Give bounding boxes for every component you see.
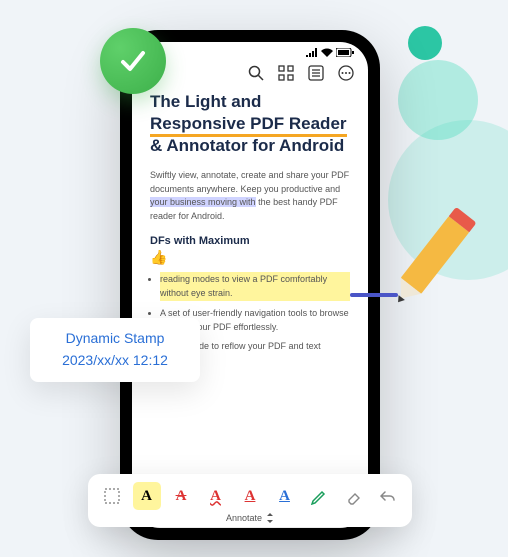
checkmark-badge — [100, 28, 166, 94]
phone-frame: The Light and Responsive PDF Reader & An… — [120, 30, 380, 540]
search-icon[interactable] — [248, 65, 264, 81]
more-icon[interactable] — [338, 65, 354, 81]
status-bar — [132, 42, 368, 59]
underline-blue-tool[interactable]: A — [271, 482, 299, 510]
para-highlighted: your business moving with — [150, 197, 256, 207]
battery-icon — [336, 48, 354, 57]
eraser-tool[interactable] — [340, 482, 368, 510]
strikethrough-tool[interactable]: A — [167, 482, 195, 510]
title-seg1: The Light and — [150, 92, 261, 111]
grid-view-icon[interactable] — [278, 65, 294, 81]
sub-heading: DFs with Maximum — [150, 235, 350, 247]
toolbar-label-row[interactable]: Annotate — [98, 513, 402, 523]
tool-row: A A A A A — [98, 482, 402, 510]
toolbar-label: Annotate — [226, 513, 262, 523]
wifi-icon — [321, 48, 333, 57]
undo-tool[interactable] — [374, 482, 402, 510]
checkmark-icon — [117, 45, 149, 77]
dynamic-stamp-card: Dynamic Stamp 2023/xx/xx 12:12 — [30, 318, 200, 382]
bg-circle-small — [408, 26, 442, 60]
phone-screen: The Light and Responsive PDF Reader & An… — [132, 42, 368, 528]
title-seg3: & Annotator for Android — [150, 136, 344, 155]
annotate-toolbar: A A A A A Annotate — [88, 474, 412, 527]
selection-tool[interactable] — [98, 482, 126, 510]
underline-red-tool[interactable]: A — [236, 482, 264, 510]
title-underlined: Responsive PDF Reader — [150, 114, 347, 137]
top-toolbar — [132, 59, 368, 91]
list-view-icon[interactable] — [308, 65, 324, 81]
para-seg1: Swiftly view, annotate, create and share… — [150, 170, 349, 194]
signal-icon — [306, 48, 318, 57]
squiggly-tool[interactable]: A — [202, 482, 230, 510]
freehand-tool[interactable] — [305, 482, 333, 510]
pencil-stroke — [350, 293, 398, 297]
thumbs-up-emoji: 👍 — [150, 249, 350, 266]
page-title: The Light and Responsive PDF Reader & An… — [150, 91, 350, 157]
bg-circle-large — [398, 60, 478, 140]
list-item: reading modes to view a PDF comfortably … — [160, 272, 350, 301]
document-content: The Light and Responsive PDF Reader & An… — [132, 91, 368, 528]
stamp-timestamp: 2023/xx/xx 12:12 — [48, 352, 182, 368]
highlight-tool[interactable]: A — [133, 482, 161, 510]
pencil-tip — [391, 278, 421, 307]
stamp-title: Dynamic Stamp — [48, 330, 182, 346]
expand-icon — [266, 513, 274, 523]
intro-paragraph: Swiftly view, annotate, create and share… — [150, 169, 350, 223]
